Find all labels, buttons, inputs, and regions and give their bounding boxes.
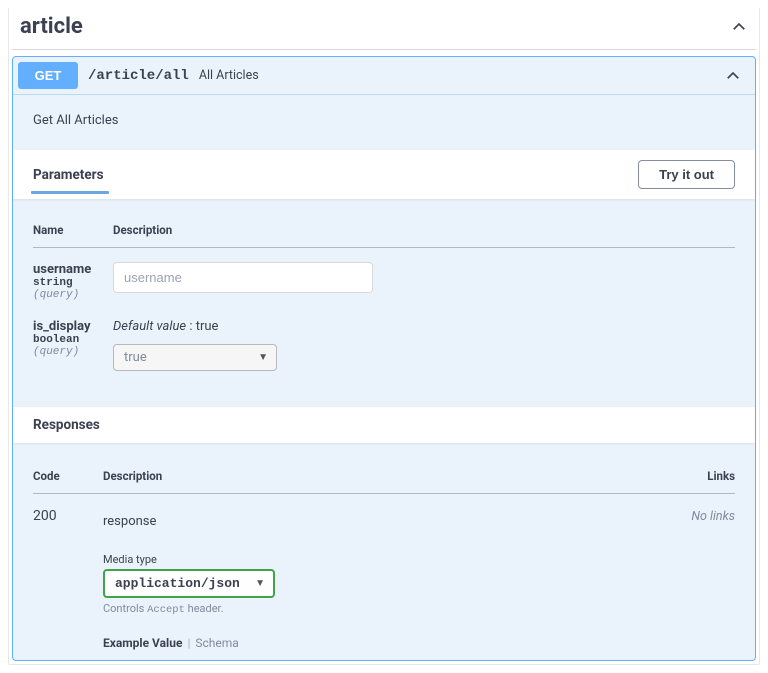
parameters-header: Parameters Try it out <box>13 150 755 199</box>
chevron-down-icon: ▼ <box>255 578 265 589</box>
endpoint-path: /article/all <box>78 68 199 84</box>
tag-header[interactable]: article <box>12 8 756 50</box>
tag-title: article <box>20 14 83 39</box>
param-in: (query) <box>33 346 113 358</box>
tab-underline <box>31 191 109 194</box>
operation-description: Get All Articles <box>13 95 755 150</box>
tab-schema[interactable]: Schema <box>195 636 238 650</box>
param-row: is_display boolean (query) Default value… <box>33 305 735 375</box>
default-value-line: Default value : true <box>113 319 735 334</box>
tab-example-value[interactable]: Example Value <box>103 636 182 650</box>
username-input[interactable] <box>113 262 373 293</box>
responses-table: Code Description Links 200 response Medi… <box>33 461 735 654</box>
response-code: 200 <box>33 494 103 655</box>
parameters-title: Parameters <box>33 167 104 183</box>
response-row: 200 response Media type application/json… <box>33 494 735 655</box>
parameters-table: Name Description username string (query) <box>33 215 735 375</box>
http-method-badge: GET <box>18 62 78 89</box>
response-description: response <box>103 508 655 529</box>
example-schema-tabs: Example Value|Schema <box>103 636 655 650</box>
chevron-down-icon: ▼ <box>258 352 268 363</box>
operation-summary[interactable]: GET /article/all All Articles <box>13 57 755 95</box>
col-header-name: Name <box>33 215 113 248</box>
param-name: is_display <box>33 319 113 334</box>
responses-header: Responses <box>13 407 755 443</box>
col-header-description: Description <box>113 215 735 248</box>
media-type-label: Media type <box>103 553 655 566</box>
col-header-code: Code <box>33 461 103 494</box>
param-type: string <box>33 277 113 289</box>
chevron-up-icon <box>724 67 742 85</box>
select-value: true <box>124 350 147 365</box>
try-it-out-button[interactable]: Try it out <box>638 160 735 189</box>
col-header-description: Description <box>103 461 655 494</box>
is-display-select[interactable]: true ▼ <box>113 344 277 371</box>
param-type: boolean <box>33 334 113 346</box>
select-value: application/json <box>115 576 240 591</box>
responses-title: Responses <box>33 417 100 433</box>
operation-block: GET /article/all All Articles Get All Ar… <box>12 56 756 661</box>
param-row: username string (query) <box>33 248 735 306</box>
endpoint-summary: All Articles <box>199 68 718 83</box>
controls-header-hint: Controls Accept header. <box>103 602 655 616</box>
param-in: (query) <box>33 289 113 301</box>
chevron-up-icon <box>730 18 748 36</box>
media-type-select[interactable]: application/json ▼ <box>103 569 275 598</box>
col-header-links: Links <box>655 461 735 494</box>
param-name: username <box>33 262 113 277</box>
response-links: No links <box>691 509 735 524</box>
